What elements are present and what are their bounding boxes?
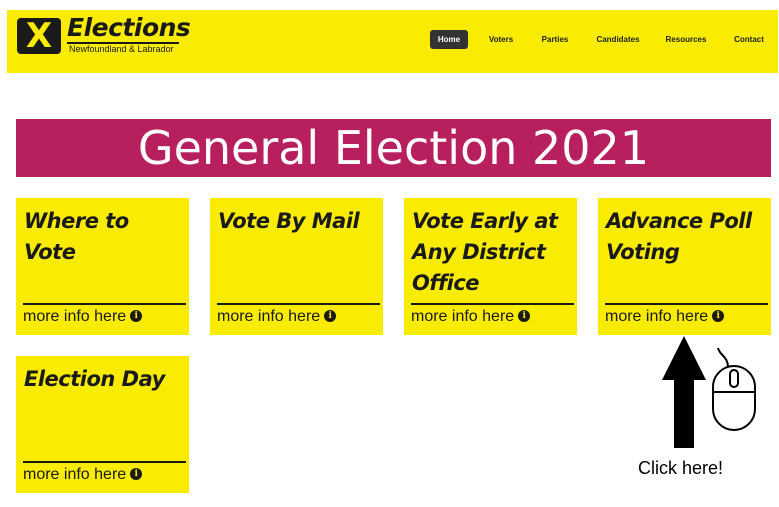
info-icon: i: [130, 309, 143, 322]
click-here-label: Click here!: [638, 458, 724, 478]
card-title: Vote By Mail: [218, 209, 360, 233]
logo-subtitle: Newfoundland & Labrador: [69, 44, 174, 54]
page-title-banner: General Election 2021: [16, 119, 771, 177]
site-header: X Elections Newfoundland & Labrador Home…: [7, 10, 778, 73]
card-divider: [605, 303, 768, 305]
nav-home[interactable]: Home: [430, 30, 468, 49]
card-title: Election Day: [24, 367, 165, 391]
more-info-link[interactable]: more info here i: [605, 308, 725, 326]
nav-resources[interactable]: Resources: [662, 30, 710, 49]
logo-title[interactable]: Elections: [67, 13, 191, 42]
card-election-day[interactable]: Election Day more info here i: [16, 356, 189, 493]
more-info-link[interactable]: more info here i: [23, 308, 143, 326]
arrow-up-icon: [662, 336, 706, 448]
nav-contact[interactable]: Contact: [729, 30, 769, 49]
nav-voters[interactable]: Voters: [481, 30, 521, 49]
info-icon: i: [712, 309, 725, 322]
card-divider: [217, 303, 380, 305]
more-info-label: more info here: [411, 308, 515, 325]
card-title: Where to Vote: [24, 209, 129, 264]
card-vote-early[interactable]: Vote Early at Any District Office more i…: [404, 198, 577, 335]
card-title: Advance Poll Voting: [606, 209, 752, 264]
more-info-label: more info here: [23, 466, 127, 483]
more-info-link[interactable]: more info here i: [217, 308, 337, 326]
info-icon: i: [518, 309, 531, 322]
nav-parties[interactable]: Parties: [535, 30, 575, 49]
more-info-link[interactable]: more info here i: [411, 308, 531, 326]
card-where-to-vote[interactable]: Where to Vote more info here i: [16, 198, 189, 335]
card-title: Vote Early at Any District Office: [412, 209, 558, 295]
more-info-label: more info here: [23, 308, 127, 325]
info-icon: i: [324, 309, 337, 322]
card-divider: [411, 303, 574, 305]
logo-x-icon[interactable]: X: [17, 18, 61, 54]
more-info-label: more info here: [605, 308, 709, 325]
info-icon: i: [130, 467, 143, 480]
card-divider: [23, 461, 186, 463]
nav-candidates[interactable]: Candidates: [592, 30, 644, 49]
more-info-label: more info here: [217, 308, 321, 325]
card-vote-by-mail[interactable]: Vote By Mail more info here i: [210, 198, 383, 335]
card-divider: [23, 303, 186, 305]
more-info-link[interactable]: more info here i: [23, 466, 143, 484]
card-advance-poll[interactable]: Advance Poll Voting more info here i: [598, 198, 771, 335]
mouse-icon: [712, 347, 756, 431]
